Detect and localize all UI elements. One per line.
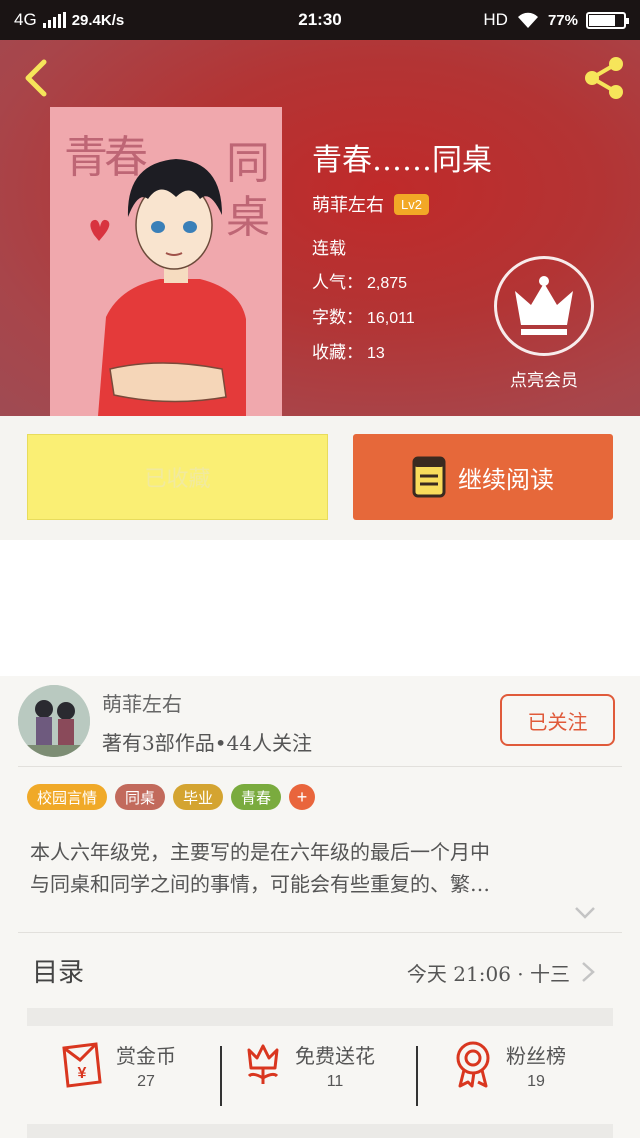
avatar-illustration	[18, 685, 90, 757]
chevron-down-icon[interactable]	[574, 906, 596, 920]
description-line-2: 与同桌和同学之间的事情，可能会有些重复的、繁…	[30, 872, 490, 896]
continue-reading-button[interactable]: 继续阅读	[353, 434, 613, 520]
tag-youth[interactable]: 青春	[231, 784, 282, 810]
author-name[interactable]: 萌菲左右	[102, 688, 182, 717]
continue-reading-label: 继续阅读	[458, 465, 554, 494]
book-icon	[412, 456, 446, 498]
wifi-icon	[517, 12, 538, 28]
tag-list: 校园言情 同桌 毕业 青春 +	[27, 784, 316, 810]
favorites-value: 13	[367, 345, 385, 362]
reward-coins-item[interactable]: ¥ 赏金币 27	[58, 1040, 176, 1091]
favorited-button[interactable]: 已收藏	[27, 434, 328, 520]
tag-deskmate[interactable]: 同桌	[115, 784, 166, 810]
follow-button[interactable]: 已关注	[500, 694, 615, 746]
tag-campus-romance[interactable]: 校园言情	[27, 784, 108, 810]
reward-coins-count: 27	[137, 1073, 155, 1090]
popularity-label: 人气：	[312, 273, 363, 293]
fan-ranking-item[interactable]: 粉丝榜 19	[452, 1040, 566, 1091]
divider	[18, 766, 622, 767]
description-line-1: 本人六年级党，主要写的是在六年级的最后一个月中	[30, 840, 490, 864]
battery-percent: 77%	[547, 11, 578, 29]
free-flower-item[interactable]: 免费送花 11	[243, 1040, 375, 1091]
flower-icon	[247, 1044, 279, 1084]
favorites-label: 收藏：	[312, 343, 363, 363]
free-flower-count: 11	[326, 1073, 344, 1090]
toc-label[interactable]: 目录	[32, 952, 84, 989]
level-badge: Lv2	[394, 193, 429, 215]
status-bar: 4G 29.4K/s 21:30 HD 77%	[0, 0, 640, 40]
divider	[220, 1046, 222, 1106]
svg-text:¥: ¥	[78, 1065, 87, 1082]
back-arrow-icon[interactable]	[18, 58, 54, 98]
add-tag-button[interactable]: +	[289, 784, 316, 810]
book-description[interactable]: 本人六年级党，主要写的是在六年级的最后一个月中 与同桌和同学之间的事情，可能会有…	[30, 836, 608, 900]
words-row: 字数： 16,011	[312, 303, 415, 328]
author-avatar[interactable]	[18, 685, 90, 757]
section-gap	[27, 1124, 613, 1138]
free-flower-label: 免费送花	[295, 1044, 375, 1068]
tag-graduation[interactable]: 毕业	[173, 784, 224, 810]
red-envelope-icon: ¥	[62, 1042, 102, 1088]
fan-ranking-count: 19	[527, 1073, 545, 1090]
vip-button[interactable]	[494, 256, 594, 356]
popularity-value: 2,875	[367, 275, 408, 292]
section-gap	[27, 1008, 613, 1026]
book-cover[interactable]: 青春 同桌	[50, 107, 282, 416]
popularity-row: 人气： 2,875	[312, 268, 407, 293]
hd-indicator: HD	[483, 10, 508, 29]
cover-illustration	[90, 159, 246, 416]
reward-coins-label: 赏金币	[116, 1044, 176, 1068]
divider	[18, 932, 622, 933]
vip-label[interactable]: 点亮会员	[498, 366, 590, 391]
blank-area	[0, 540, 640, 676]
book-author[interactable]: 萌菲左右	[312, 191, 384, 217]
fan-ranking-label: 粉丝榜	[506, 1044, 566, 1068]
words-value: 16,011	[367, 310, 415, 327]
book-author-row: 萌菲左右 Lv2	[312, 191, 429, 217]
words-label: 字数：	[312, 308, 363, 328]
medal-icon	[456, 1041, 490, 1088]
divider	[416, 1046, 418, 1106]
author-info: 著有3部作品•44人关注	[102, 731, 312, 755]
favorites-row: 收藏： 13	[312, 338, 385, 363]
book-title: 青春……同桌	[312, 143, 492, 178]
battery-icon	[586, 11, 629, 29]
chevron-right-icon[interactable]	[580, 961, 596, 983]
serial-status: 连载	[312, 239, 346, 259]
crown-icon	[515, 276, 573, 335]
share-icon[interactable]	[580, 54, 628, 102]
toc-latest-chapter[interactable]: 今天 21:06 · 十三	[407, 958, 570, 987]
